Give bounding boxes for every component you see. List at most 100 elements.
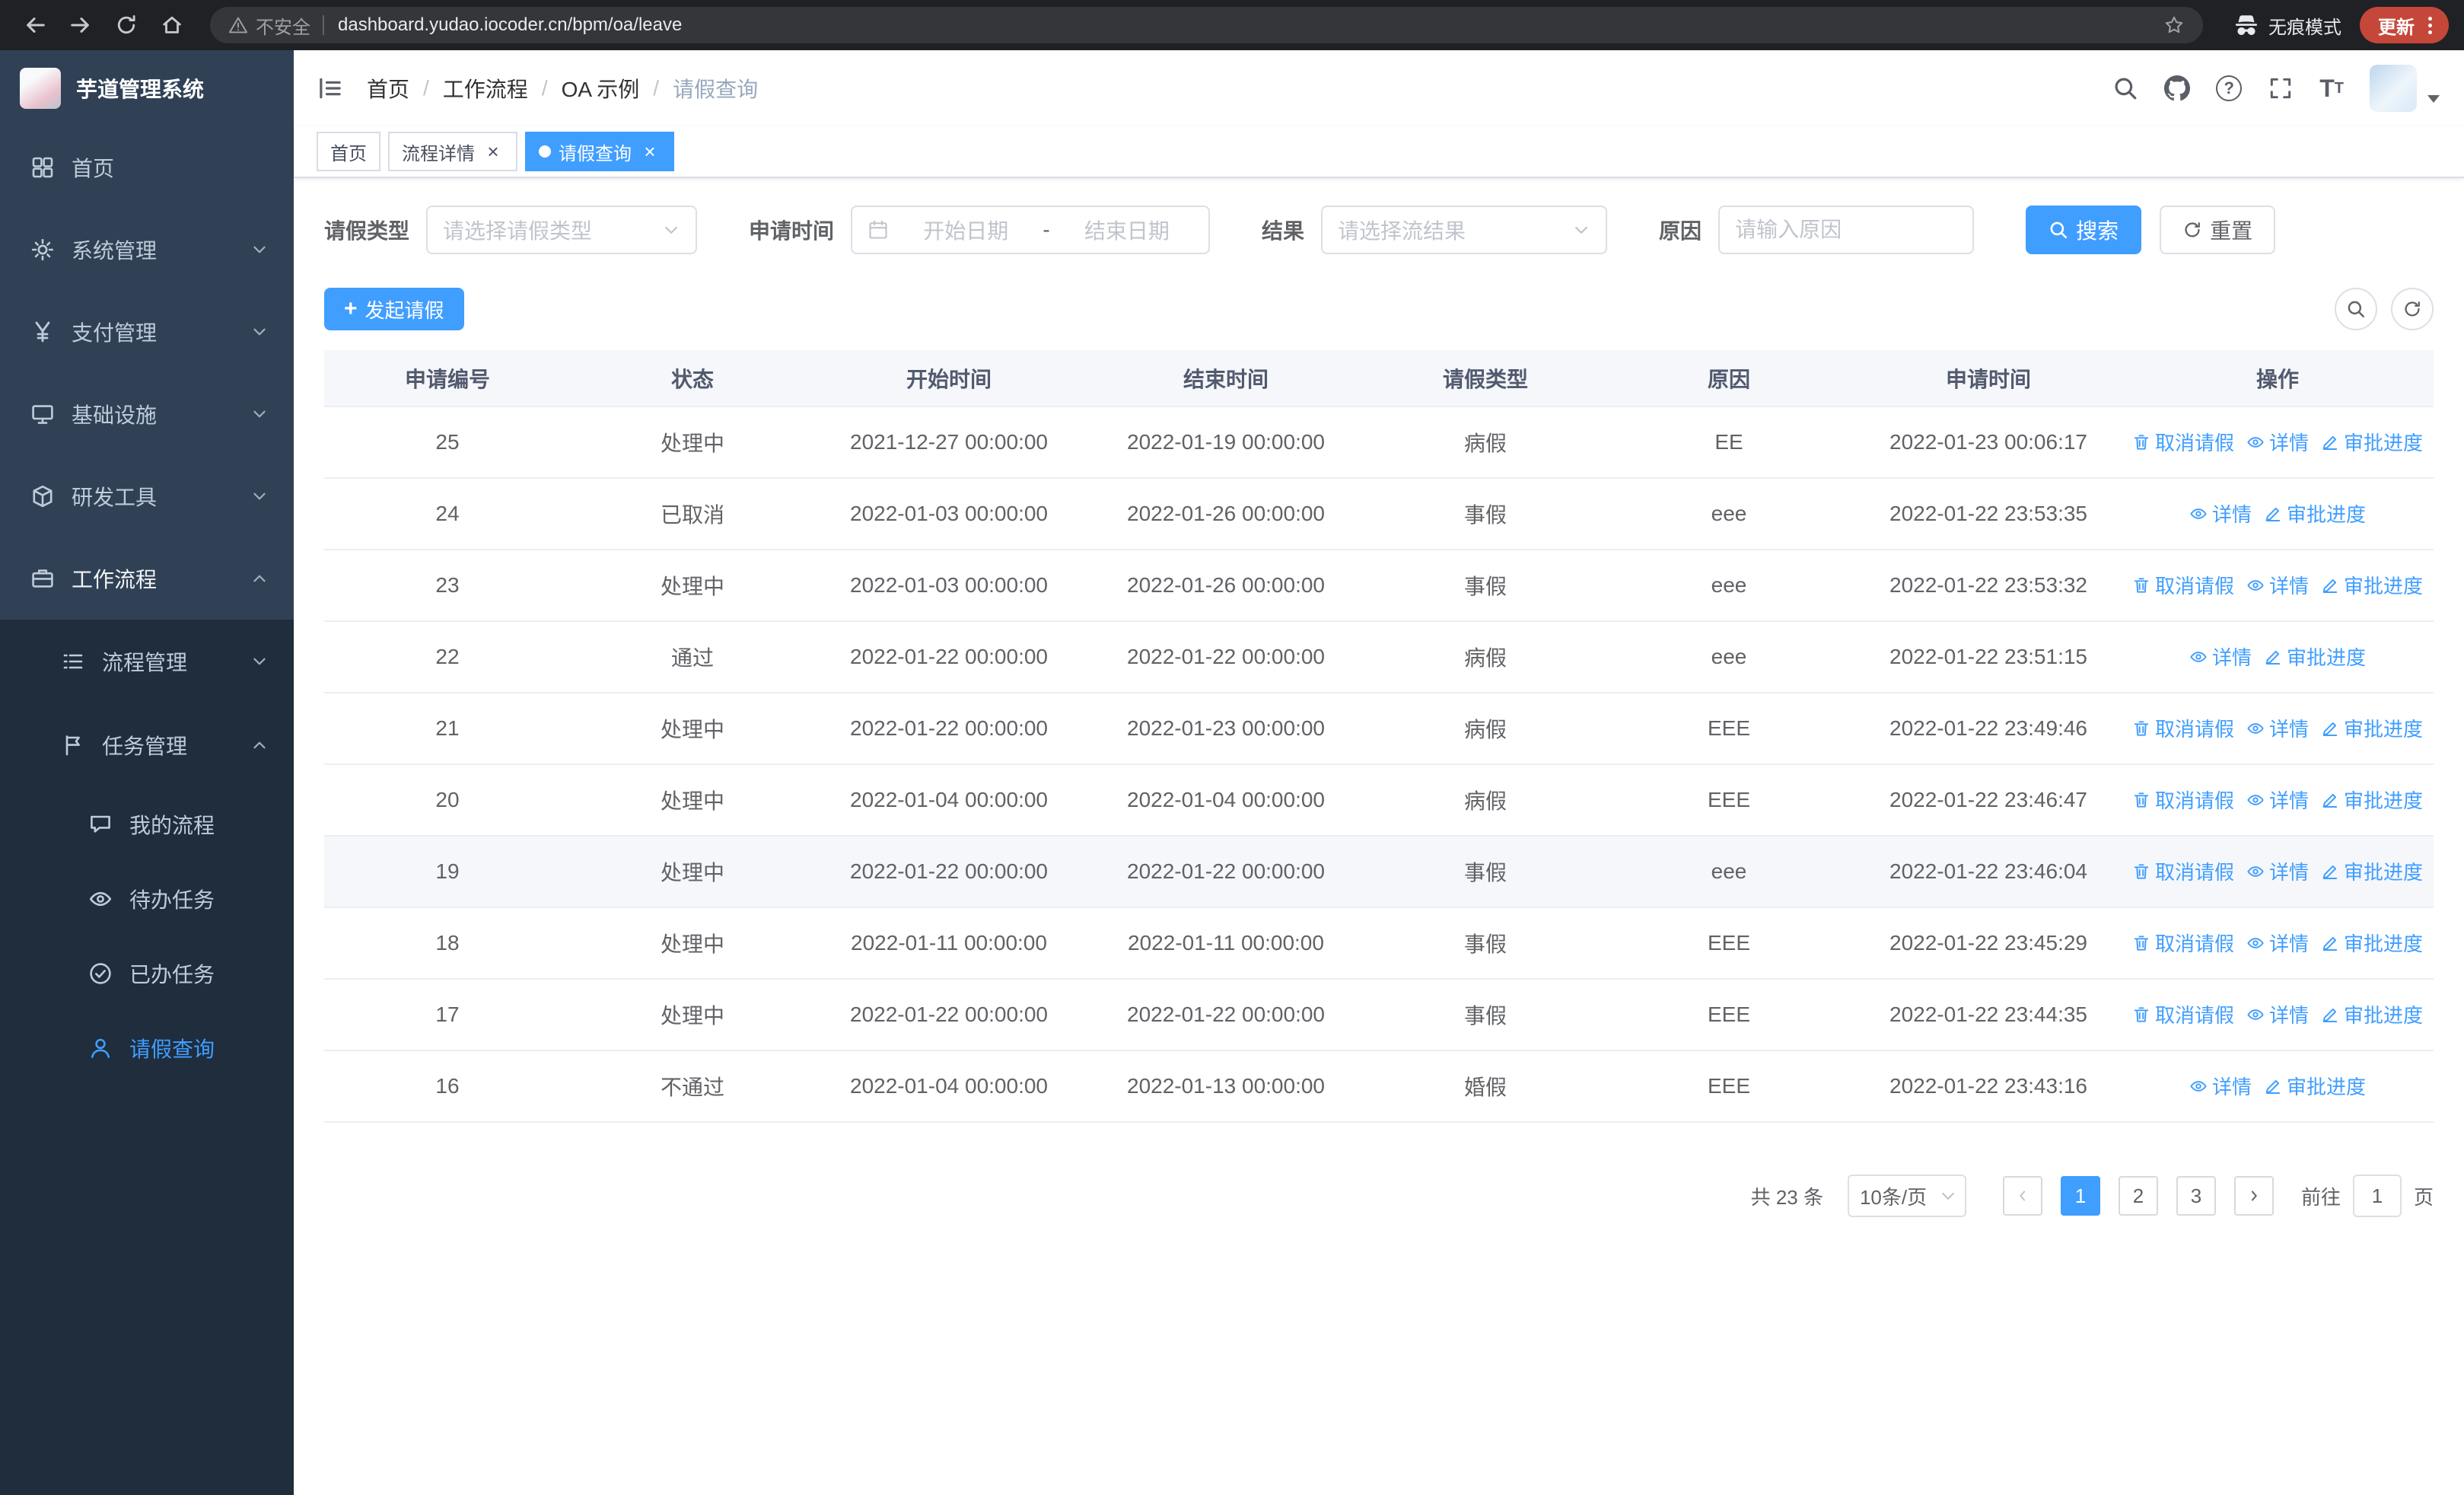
fullscreen-icon[interactable]: [2268, 75, 2294, 101]
table-cell: 2022-01-04 00:00:00: [814, 764, 1084, 837]
browser-reload-button[interactable]: [107, 5, 146, 45]
browser-menu-icon[interactable]: [2422, 11, 2438, 40]
reason-input[interactable]: [1735, 218, 1958, 242]
close-icon[interactable]: ×: [482, 140, 504, 163]
sidebar-item-todo-tasks[interactable]: 待办任务: [0, 862, 294, 936]
table-row: 20 处理中 2022-01-04 00:00:00 2022-01-04 00:00…: [324, 764, 2434, 837]
progress-link[interactable]: 审批进度: [2264, 642, 2366, 671]
browser-home-button[interactable]: [152, 5, 192, 45]
detail-link[interactable]: 详情: [2246, 714, 2309, 742]
bookmark-star-icon[interactable]: [2163, 14, 2185, 36]
cancel-leave-link[interactable]: 取消请假: [2132, 714, 2234, 742]
detail-link[interactable]: 详情: [2189, 499, 2252, 528]
leave-type-select[interactable]: 请选择请假类型: [426, 206, 698, 254]
search-icon[interactable]: [2112, 75, 2138, 101]
progress-link[interactable]: 审批进度: [2264, 1072, 2366, 1100]
table-cell: 处理中: [571, 764, 814, 837]
sidebar-item-infrastructure[interactable]: 基础设施: [0, 373, 294, 455]
sidebar-item-dev-tools[interactable]: 研发工具: [0, 455, 294, 537]
detail-link[interactable]: 详情: [2189, 642, 2252, 671]
table-cell: 2022-01-04 00:00:00: [814, 1050, 1084, 1123]
table-cell: 2022-01-22 23:44:35: [1855, 979, 2122, 1051]
column-header: 申请编号: [324, 350, 571, 407]
table-cell: 22: [324, 621, 571, 693]
table-cell: eee: [1603, 836, 1855, 908]
progress-link[interactable]: 审批进度: [2321, 929, 2423, 957]
cancel-leave-link[interactable]: 取消请假: [2132, 1000, 2234, 1028]
page-button-1[interactable]: 1: [2060, 1176, 2100, 1216]
table-cell-actions: 取消请假 详情 审批进度: [2122, 979, 2434, 1051]
avatar[interactable]: [2370, 65, 2417, 112]
close-icon[interactable]: ×: [639, 140, 661, 163]
cancel-leave-link[interactable]: 取消请假: [2132, 929, 2234, 957]
toggle-search-button[interactable]: [2335, 288, 2377, 330]
table-cell-actions: 详情 审批进度: [2122, 478, 2434, 550]
app-logo[interactable]: 芋道管理系统: [0, 50, 294, 126]
progress-link[interactable]: 审批进度: [2321, 857, 2423, 885]
detail-link[interactable]: 详情: [2246, 1000, 2309, 1028]
page-button-2[interactable]: 2: [2118, 1176, 2158, 1216]
sidebar-item-my-process[interactable]: 我的流程: [0, 787, 294, 862]
my-process-icon: [88, 812, 113, 837]
cancel-leave-link[interactable]: 取消请假: [2132, 857, 2234, 885]
font-size-icon[interactable]: TT: [2319, 76, 2344, 100]
sidebar-item-system-mgmt[interactable]: 系统管理: [0, 209, 294, 291]
help-icon[interactable]: ?: [2216, 75, 2243, 101]
goto-page-input[interactable]: [2352, 1175, 2402, 1217]
main-area: 首页 / 工作流程 / OA 示例 / 请假查询 ? TT 首页 流程详情 × 请假查询 × 请假类…: [294, 50, 2464, 1495]
progress-link[interactable]: 审批进度: [2264, 499, 2366, 528]
detail-link[interactable]: 详情: [2189, 1072, 2252, 1100]
table-cell-actions: 取消请假 详情 审批进度: [2122, 764, 2434, 837]
sidebar-item-workflow[interactable]: 工作流程: [0, 537, 294, 620]
cancel-leave-link[interactable]: 取消请假: [2132, 786, 2234, 814]
date-range-picker[interactable]: 开始日期 - 结束日期: [851, 206, 1211, 254]
leave-type-label: 请假类型: [324, 219, 410, 243]
table-cell: 2022-01-26 00:00:00: [1084, 550, 1368, 622]
sidebar-item-process-mgmt[interactable]: 流程管理: [0, 620, 294, 703]
browser-back-button[interactable]: [15, 5, 55, 45]
filter-apply-time: 申请时间 开始日期 - 结束日期: [749, 206, 1211, 254]
address-bar[interactable]: 不安全 dashboard.yudao.iocoder.cn/bpm/oa/le…: [210, 7, 2203, 43]
view-tab[interactable]: 请假查询 ×: [525, 132, 674, 171]
detail-link[interactable]: 详情: [2246, 428, 2309, 456]
sidebar-item-done-tasks[interactable]: 已办任务: [0, 936, 294, 1011]
view-tab[interactable]: 流程详情 ×: [388, 132, 517, 171]
next-page-button[interactable]: [2233, 1176, 2274, 1216]
create-leave-button[interactable]: + 发起请假: [324, 288, 464, 330]
sidebar-item-home[interactable]: 首页: [0, 126, 294, 209]
sidebar-toggle-icon[interactable]: [317, 75, 344, 102]
sidebar-item-task-mgmt[interactable]: 任务管理: [0, 703, 294, 787]
sidebar-item-payment-mgmt[interactable]: 支付管理: [0, 291, 294, 373]
progress-link[interactable]: 审批进度: [2321, 1000, 2423, 1028]
result-select[interactable]: 请选择流结果: [1321, 206, 1608, 254]
progress-link[interactable]: 审批进度: [2321, 786, 2423, 814]
table-cell: 21: [324, 693, 571, 765]
view-tab[interactable]: 首页: [317, 132, 380, 171]
page-size-select[interactable]: 10条/页: [1847, 1175, 1966, 1217]
search-button[interactable]: 搜索: [2026, 206, 2142, 254]
progress-link[interactable]: 审批进度: [2321, 428, 2423, 456]
refresh-button[interactable]: [2391, 288, 2434, 330]
breadcrumb-separator: /: [423, 76, 429, 100]
browser-forward-button[interactable]: [61, 5, 100, 45]
cancel-leave-link[interactable]: 取消请假: [2132, 428, 2234, 456]
detail-link[interactable]: 详情: [2246, 857, 2309, 885]
progress-link[interactable]: 审批进度: [2321, 571, 2423, 599]
cancel-leave-link-icon: [2132, 934, 2150, 952]
user-menu[interactable]: [2370, 65, 2440, 112]
sidebar-item-leave-query[interactable]: 请假查询: [0, 1011, 294, 1085]
reset-button[interactable]: 重置: [2160, 206, 2276, 254]
browser-update-button[interactable]: 更新: [2360, 7, 2449, 43]
cancel-leave-link[interactable]: 取消请假: [2132, 571, 2234, 599]
progress-link[interactable]: 审批进度: [2321, 714, 2423, 742]
breadcrumb-item[interactable]: 工作流程: [443, 73, 528, 104]
detail-link[interactable]: 详情: [2246, 571, 2309, 599]
table-cell: 2022-01-22 23:46:47: [1855, 764, 2122, 837]
breadcrumb-item[interactable]: OA 示例: [562, 73, 640, 104]
page-button-3[interactable]: 3: [2176, 1176, 2216, 1216]
detail-link[interactable]: 详情: [2246, 929, 2309, 957]
github-icon[interactable]: [2164, 75, 2191, 101]
detail-link[interactable]: 详情: [2246, 786, 2309, 814]
sidebar-menu: 首页 系统管理 支付管理 基础设施 研发工具 工作流程 流程管理 任务管理 我的流程 待办任务 已办…: [0, 126, 294, 1085]
breadcrumb-item[interactable]: 首页: [367, 73, 409, 104]
